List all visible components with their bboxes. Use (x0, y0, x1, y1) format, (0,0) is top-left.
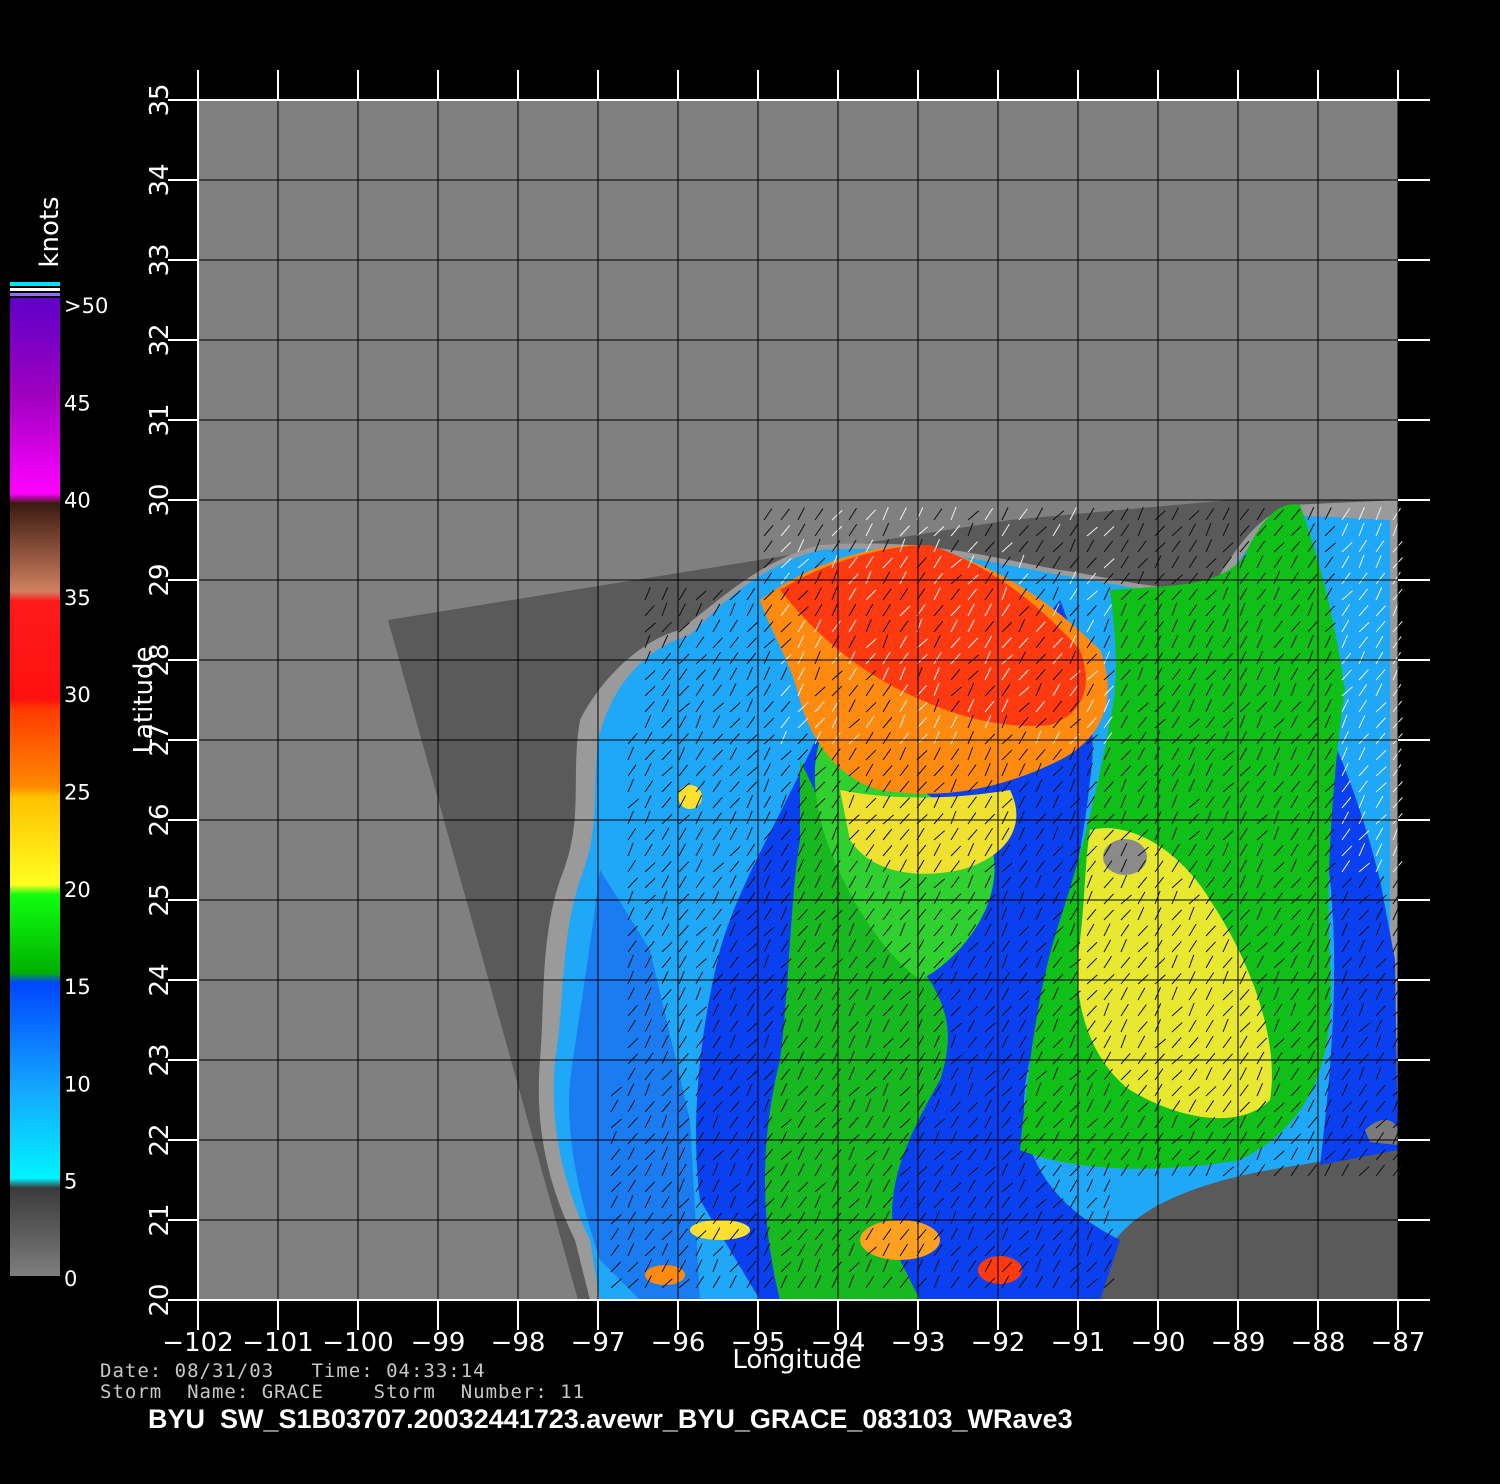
lon-tick-label: −88 (1291, 1328, 1346, 1358)
colorbar: knots (10, 196, 65, 1276)
lon-tick-label: −93 (891, 1328, 946, 1358)
colorbar-unit: knots (35, 196, 65, 267)
lat-tick-label: 26 (145, 803, 175, 836)
lon-tick-label: −102 (162, 1328, 233, 1358)
colorbar-labels: 0 5 10 15 20 25 30 35 40 45 >50 (64, 294, 108, 1291)
colorbar-label: 10 (64, 1072, 91, 1096)
lat-tick-label: 23 (145, 1043, 175, 1076)
colorbar-label: 5 (64, 1170, 77, 1194)
lon-tick-label: −89 (1211, 1328, 1266, 1358)
lat-tick-label: 24 (145, 963, 175, 996)
lon-tick-label: −96 (651, 1328, 706, 1358)
lat-tick-label: 21 (145, 1203, 175, 1236)
hotspot-2 (978, 1256, 1022, 1284)
lon-tick-label: −101 (242, 1328, 313, 1358)
lon-tick-label: −100 (322, 1328, 393, 1358)
lat-tick-label: 22 (145, 1123, 175, 1156)
colorbar-label: 0 (64, 1267, 77, 1291)
y-axis-label: Latitude (129, 646, 159, 753)
colorbar-cap-purple (10, 293, 60, 296)
colorbar-label: >50 (64, 294, 108, 318)
lon-tick-label: −92 (971, 1328, 1026, 1358)
lat-tick-label: 31 (145, 403, 175, 436)
lon-tick-label: −99 (411, 1328, 466, 1358)
date-time-line: Date: 08/31/03 Time: 04:33:14 (100, 1360, 486, 1382)
storm-eye (1103, 839, 1147, 875)
colorbar-label: 15 (64, 975, 91, 999)
colorbar-label: 35 (64, 586, 91, 610)
lon-tick-label: −87 (1371, 1328, 1426, 1358)
lat-tick-label: 35 (145, 83, 175, 116)
x-axis-label: Longitude (732, 1345, 861, 1375)
product-title: BYU SW_S1B03707.20032441723.avewr_BYU_GR… (148, 1404, 1073, 1434)
lon-tick-label: −98 (491, 1328, 546, 1358)
lon-tick-label: −97 (571, 1328, 626, 1358)
lat-tick-label: 29 (145, 563, 175, 596)
lat-tick-label: 30 (145, 483, 175, 516)
lon-tick-label: −91 (1051, 1328, 1106, 1358)
wind-map-figure: −102 −101 −100 −99 −98 −97 −96 −95 −94 −93 −92 −91−… (0, 0, 1500, 1480)
lat-tick-label: 34 (145, 163, 175, 196)
colorbar-label: 40 (64, 489, 91, 513)
lat-tick-label: 33 (145, 243, 175, 276)
colorbar-cap-white (10, 288, 60, 291)
colorbar-cap-cyan (10, 282, 60, 286)
wind-map-svg: −102 −101 −100 −99 −98 −97 −96 −95 −94 −93 −92 −91−… (10, 70, 1430, 1375)
colorbar-label: 25 (64, 781, 91, 805)
colorbar-gradient (10, 298, 60, 1276)
lon-tick-label: −90 (1131, 1328, 1186, 1358)
hotspot-3 (645, 1265, 685, 1285)
lat-tick-label: 32 (145, 323, 175, 356)
colorbar-label: 20 (64, 878, 91, 902)
colorbar-label: 30 (64, 683, 91, 707)
storm-info-line: Storm Name: GRACE Storm Number: 11 (100, 1381, 586, 1403)
lat-tick-label: 25 (145, 883, 175, 916)
lat-tick-label: 20 (145, 1283, 175, 1316)
colorbar-label: 45 (64, 391, 91, 415)
